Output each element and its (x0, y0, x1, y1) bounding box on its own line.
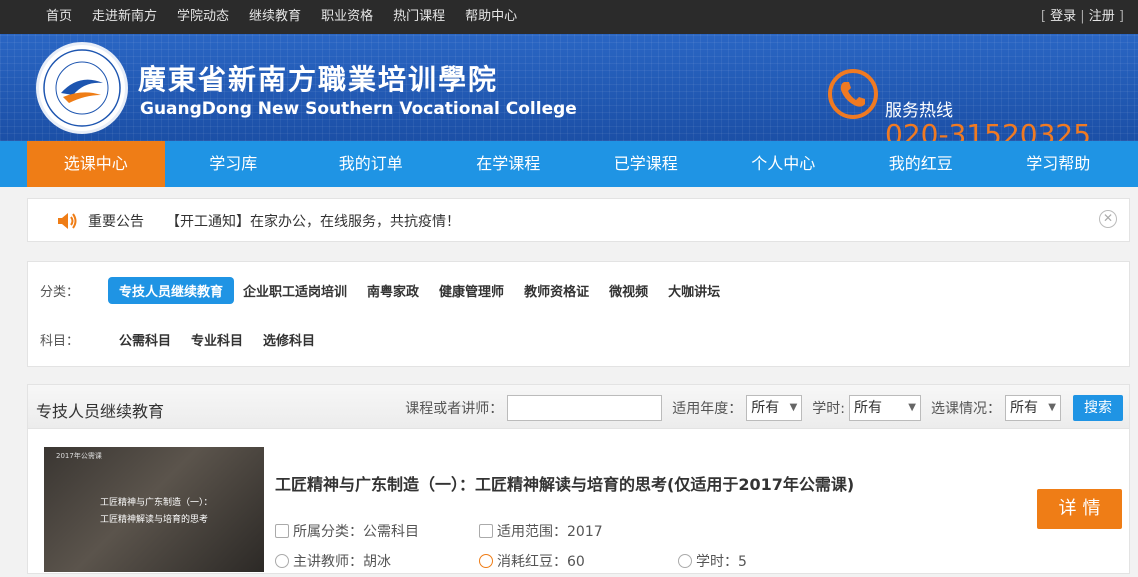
hours-select-value: 所有 (854, 400, 882, 416)
course-teacher: 主讲教师：胡冰 (275, 551, 391, 571)
chevron-down-icon: ▼ (1048, 402, 1056, 413)
category-option[interactable]: 微视频 (598, 277, 659, 304)
hours-select[interactable]: 所有 ▼ (849, 395, 921, 421)
nav-in-progress-courses[interactable]: 在学课程 (440, 141, 578, 187)
speaker-icon (56, 211, 78, 235)
top-link-continuing-education[interactable]: 继续教育 (239, 0, 311, 34)
category-option[interactable]: 教师资格证 (513, 277, 600, 304)
college-logo[interactable] (36, 42, 128, 134)
course-hours: 学时：5 (678, 551, 747, 571)
search-controls: 课程或者讲师： 适用年度： 所有 ▼ 学时: 所有 ▼ 选课情况： 所有 ▼ 搜… (395, 395, 1123, 421)
top-link-about[interactable]: 走进新南方 (82, 0, 167, 34)
auth-links: [ 登录 | 注册 ] (1041, 0, 1124, 34)
search-label: 课程或者讲师： (405, 401, 504, 417)
course-hours-label: 学时： (696, 554, 738, 570)
category-filter-row: 分类： 专技人员继续教育 企业职工适岗培训 南粤家政 健康管理师 教师资格证 微… (40, 277, 729, 304)
school-name-en: GuangDong New Southern Vocational Colleg… (140, 99, 577, 119)
top-link-home[interactable]: 首页 (36, 0, 82, 34)
course-detail-button[interactable]: 详情 (1037, 489, 1122, 529)
user-icon (275, 554, 289, 568)
subject-filter-row: 科目： 公需科目 专业科目 选修科目 (40, 326, 324, 353)
clock-icon (678, 554, 692, 568)
course-item: 2017年公需课 工匠精神与广东制造（一）： 工匠精神解读与培育的思考 工匠精神… (44, 447, 1124, 577)
category-filter-label: 分类： (40, 285, 80, 300)
top-link-hot-courses[interactable]: 热门课程 (383, 0, 455, 34)
subject-filter-label: 科目： (40, 334, 80, 349)
course-category-value: 公需科目 (363, 524, 419, 540)
register-link[interactable]: 注册 (1089, 9, 1115, 24)
subject-option[interactable]: 选修科目 (252, 326, 326, 353)
school-name-cn: 廣東省新南方職業培训學院 (138, 63, 499, 96)
subject-option[interactable]: 公需科目 (108, 326, 182, 353)
logo-emblem-icon (43, 49, 121, 127)
announcement-label: 重要公告 (88, 214, 144, 230)
calendar-icon (479, 524, 493, 538)
course-scope: 适用范围：2017 (479, 521, 603, 541)
nav-learning-library[interactable]: 学习库 (165, 141, 303, 187)
course-thumbnail[interactable]: 2017年公需课 工匠精神与广东制造（一）： 工匠精神解读与培育的思考 (44, 447, 264, 572)
course-scope-value: 2017 (567, 524, 603, 540)
category-option[interactable]: 健康管理师 (428, 277, 515, 304)
thumb-tag: 2017年公需课 (56, 452, 102, 460)
phone-icon (828, 69, 878, 119)
main-nav: 选课中心 学习库 我的订单 在学课程 已学课程 个人中心 我的红豆 学习帮助 (0, 141, 1138, 187)
nav-my-red-beans[interactable]: 我的红豆 (852, 141, 990, 187)
course-list-header: 专技人员继续教育 课程或者讲师： 适用年度： 所有 ▼ 学时: 所有 ▼ 选课情… (28, 385, 1129, 429)
announcement-text[interactable]: 【开工通知】在家办公，在线服务，共抗疫情！ (166, 211, 460, 231)
auth-separator: | (1080, 9, 1085, 24)
hotline-number: 020-31520325 (885, 118, 1092, 141)
course-beans-value: 60 (567, 554, 585, 570)
status-select[interactable]: 所有 ▼ (1005, 395, 1061, 421)
status-label: 选课情况： (931, 401, 1001, 417)
nav-course-center[interactable]: 选课中心 (27, 141, 165, 187)
auth-bracket-right: ] (1118, 9, 1124, 24)
hours-label: 学时: (812, 401, 845, 417)
top-bar: 首页 走进新南方 学院动态 继续教育 职业资格 热门课程 帮助中心 [ 登录 |… (0, 0, 1138, 34)
top-nav: 首页 走进新南方 学院动态 继续教育 职业资格 热门课程 帮助中心 (36, 0, 527, 34)
close-icon[interactable]: ✕ (1099, 210, 1117, 228)
search-button[interactable]: 搜索 (1073, 395, 1123, 421)
course-list-title: 专技人员继续教育 (36, 402, 165, 421)
course-teacher-label: 主讲教师： (293, 554, 363, 570)
course-hours-value: 5 (738, 554, 747, 570)
course-title[interactable]: 工匠精神与广东制造（一）：工匠精神解读与培育的思考(仅适用于2017年公需课) (275, 471, 854, 495)
book-icon (275, 524, 289, 538)
course-category-label: 所属分类： (293, 524, 363, 540)
category-option[interactable]: 专技人员继续教育 (108, 277, 235, 304)
nav-personal-center[interactable]: 个人中心 (715, 141, 853, 187)
course-beans: 消耗红豆：60 (479, 551, 585, 571)
nav-learning-help[interactable]: 学习帮助 (990, 141, 1128, 187)
auth-bracket-left: [ (1040, 9, 1046, 24)
top-link-news[interactable]: 学院动态 (167, 0, 239, 34)
chevron-down-icon: ▼ (908, 402, 916, 413)
status-select-value: 所有 (1010, 400, 1038, 416)
header-banner: 廣東省新南方職業培训學院 GuangDong New Southern Voca… (0, 34, 1138, 141)
category-option[interactable]: 企业职工适岗培训 (232, 277, 358, 304)
course-teacher-value: 胡冰 (363, 554, 391, 570)
top-link-help[interactable]: 帮助中心 (455, 0, 527, 34)
filter-panel: 分类： 专技人员继续教育 企业职工适岗培训 南粤家政 健康管理师 教师资格证 微… (27, 261, 1130, 367)
course-category: 所属分类：公需科目 (275, 521, 419, 541)
category-option[interactable]: 南粤家政 (356, 277, 430, 304)
year-select-value: 所有 (751, 400, 780, 416)
course-list-panel: 专技人员继续教育 课程或者讲师： 适用年度： 所有 ▼ 学时: 所有 ▼ 选课情… (27, 384, 1130, 574)
top-link-qualification[interactable]: 职业资格 (311, 0, 383, 34)
year-label: 适用年度： (672, 401, 743, 417)
login-link[interactable]: 登录 (1050, 9, 1076, 24)
thumb-title-line2: 工匠精神解读与培育的思考 (100, 515, 209, 525)
chevron-down-icon: ▼ (789, 402, 798, 413)
course-beans-label: 消耗红豆： (497, 554, 567, 570)
nav-my-orders[interactable]: 我的订单 (302, 141, 440, 187)
thumb-title-line1: 工匠精神与广东制造（一）： (100, 498, 213, 508)
subject-option[interactable]: 专业科目 (180, 326, 254, 353)
category-option[interactable]: 大咖讲坛 (657, 277, 731, 304)
red-bean-icon (479, 554, 493, 568)
year-select[interactable]: 所有 ▼ (746, 395, 803, 421)
search-input[interactable] (507, 395, 663, 421)
course-scope-label: 适用范围： (497, 524, 567, 540)
nav-completed-courses[interactable]: 已学课程 (577, 141, 715, 187)
announcement-bar: 重要公告 【开工通知】在家办公，在线服务，共抗疫情！ ✕ (27, 198, 1130, 242)
